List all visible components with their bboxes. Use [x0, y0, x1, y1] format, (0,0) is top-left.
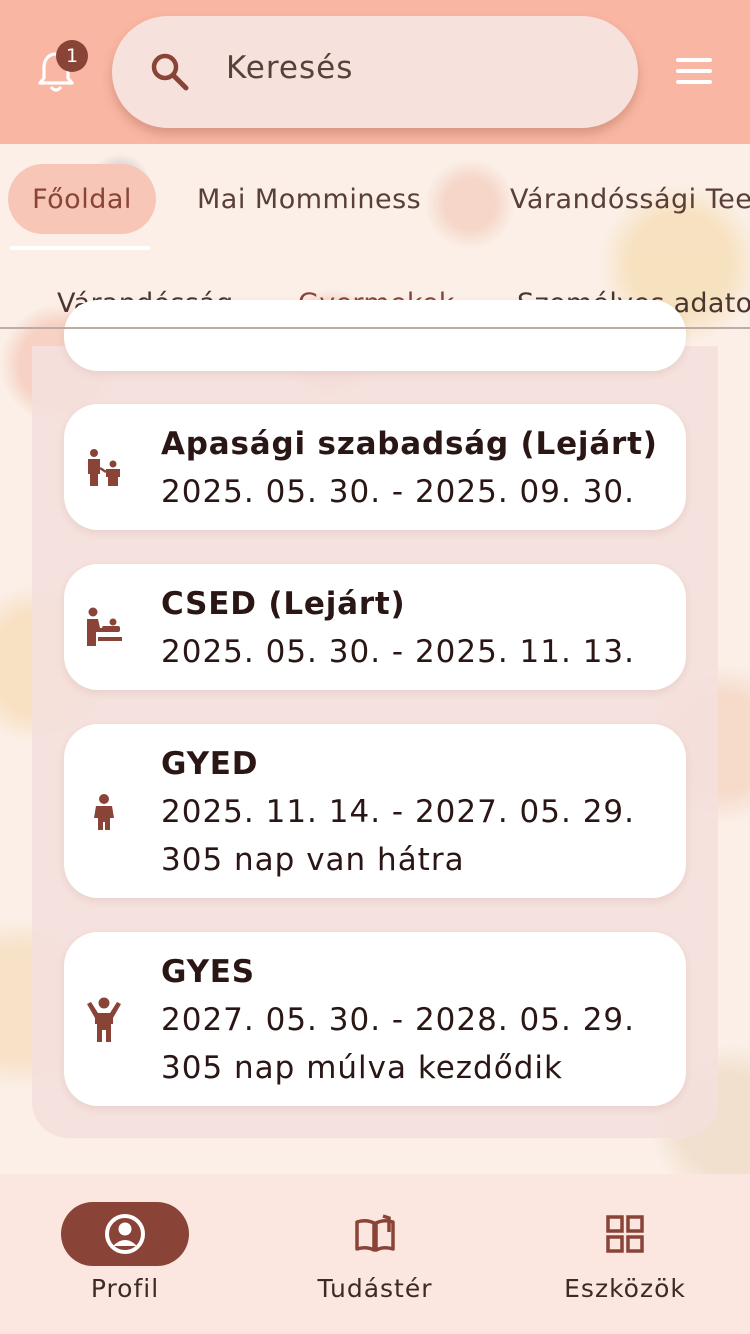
- top-bar: 1 Keresés: [0, 0, 750, 144]
- nav-label: Tudástér: [317, 1274, 433, 1303]
- card-title: GYED: [161, 746, 259, 782]
- card-dates: 2025. 11. 14. - 2027. 05. 29.: [161, 794, 636, 830]
- nav-label: Eszközök: [564, 1274, 686, 1303]
- card-gyed[interactable]: GYED 2025. 11. 14. - 2027. 05. 29. 305 n…: [64, 724, 686, 898]
- child-icon: [94, 794, 114, 830]
- search-input[interactable]: Keresés: [226, 50, 353, 86]
- profile-icon: [105, 1214, 145, 1254]
- notification-badge: 1: [56, 40, 88, 72]
- nav-eszkozok[interactable]: Eszközök: [500, 1174, 750, 1334]
- book-icon: [355, 1214, 395, 1252]
- search-bar[interactable]: Keresés: [112, 16, 638, 128]
- nav-profil[interactable]: Profil: [0, 1174, 250, 1334]
- card-apasagi-szabadsag[interactable]: Apasági szabadság (Lejárt) 2025. 05. 30.…: [64, 404, 686, 530]
- card-title: Apasági szabadság (Lejárt): [161, 426, 658, 462]
- card-dates: 2027. 05. 30. - 2028. 05. 29.: [161, 1002, 636, 1038]
- card-title: CSED (Lejárt): [161, 586, 406, 622]
- bottom-navigation: Profil Tudástér Eszközök: [0, 1174, 750, 1334]
- primary-tab-underline: [10, 246, 150, 250]
- child-arms-up-icon: [87, 997, 121, 1042]
- grid-icon: [606, 1215, 644, 1253]
- tab-varandossagi-teendok[interactable]: Várandóssági Tee: [510, 164, 750, 234]
- baby-changing-icon: [87, 607, 122, 646]
- tab-fooldal[interactable]: Főoldal: [8, 164, 156, 234]
- search-icon: [151, 53, 189, 91]
- card-gyes[interactable]: GYES 2027. 05. 30. - 2028. 05. 29. 305 n…: [64, 932, 686, 1106]
- parent-child-icon: [88, 449, 120, 486]
- card-dates: 2025. 05. 30. - 2025. 11. 13.: [161, 634, 636, 670]
- card-title: GYES: [161, 954, 255, 990]
- nav-tudaster[interactable]: Tudástér: [250, 1174, 500, 1334]
- hamburger-menu-icon[interactable]: [676, 58, 712, 86]
- nav-label: Profil: [90, 1274, 160, 1303]
- card-note: 305 nap múlva kezdődik: [161, 1050, 563, 1086]
- card-note: 305 nap van hátra: [161, 842, 465, 878]
- card-csed[interactable]: CSED (Lejárt) 2025. 05. 30. - 2025. 11. …: [64, 564, 686, 690]
- tab-mai-momminess[interactable]: Mai Momminess: [197, 164, 421, 234]
- card-dates: 2025. 05. 30. - 2025. 09. 30.: [161, 474, 636, 510]
